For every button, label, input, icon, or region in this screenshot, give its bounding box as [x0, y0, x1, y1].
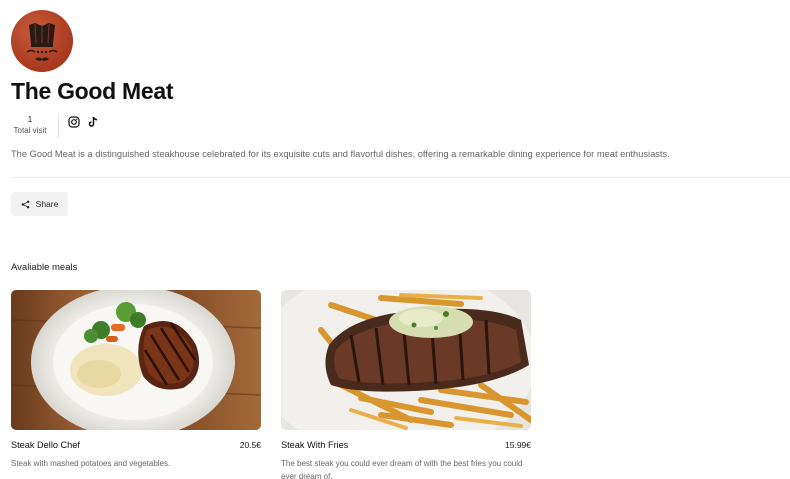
meals-section-title: Avaliable meals	[11, 262, 78, 273]
share-label: Share	[35, 199, 59, 209]
share-button[interactable]: Share	[11, 192, 68, 216]
meal-description: Steak with mashed potatoes and vegetable…	[11, 459, 171, 468]
meal-image-steak-dello-chef[interactable]	[11, 290, 261, 430]
meal-card[interactable]: Steak With Fries 15.99€ The best steak y…	[281, 290, 531, 479]
stats-divider	[58, 114, 59, 138]
chef-logo-icon	[26, 23, 58, 61]
instagram-icon[interactable]	[68, 116, 80, 128]
meal-name: Steak Dello Chef	[11, 440, 80, 450]
meal-description: The best steak you could ever dream of w…	[281, 459, 523, 479]
visit-counter: 1 Total visit	[11, 115, 49, 137]
section-divider	[11, 177, 790, 178]
social-links	[68, 116, 99, 128]
share-icon	[21, 200, 30, 208]
visit-count: 1	[27, 115, 33, 124]
visit-label: Total visit	[13, 126, 47, 135]
restaurant-name: The Good Meat	[11, 78, 174, 104]
tiktok-icon[interactable]	[87, 116, 99, 128]
meal-image-steak-with-fries[interactable]	[281, 290, 531, 430]
restaurant-description: The Good Meat is a distinguished steakho…	[11, 149, 670, 159]
meal-name: Steak With Fries	[281, 440, 349, 450]
meal-price: 20.5€	[239, 440, 261, 450]
restaurant-logo	[11, 10, 73, 72]
stats-bar: 1 Total visit	[11, 114, 99, 138]
meal-card[interactable]: Steak Dello Chef 20.5€ Steak with mashed…	[11, 290, 261, 471]
meal-price: 15.99€	[505, 440, 531, 450]
